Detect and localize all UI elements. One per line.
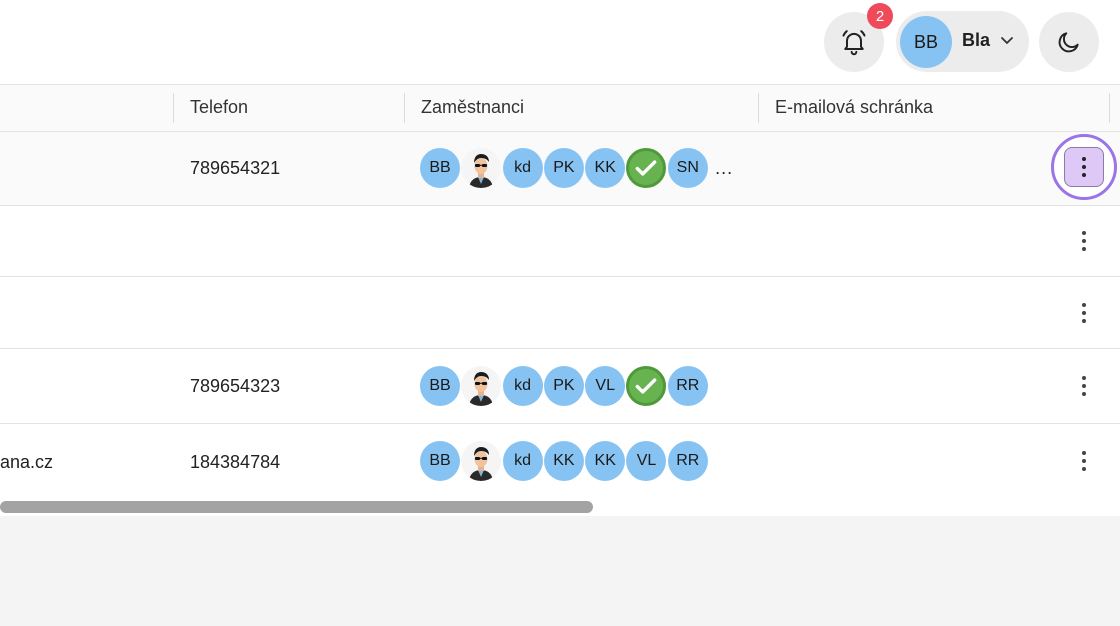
employee-avatar[interactable]: KK xyxy=(585,441,626,481)
kebab-menu-icon xyxy=(1082,376,1086,396)
employee-avatar[interactable]: BB xyxy=(420,148,460,188)
table-row[interactable] xyxy=(0,277,1120,349)
data-table: Telefon Zaměstnanci E-mailová schránka 7… xyxy=(0,84,1120,499)
employee-check-avatar[interactable] xyxy=(626,366,667,406)
row-actions-button[interactable] xyxy=(1070,226,1098,256)
column-header-email[interactable]: E-mailová schránka xyxy=(775,85,933,131)
column-divider[interactable] xyxy=(758,93,759,123)
employee-avatar[interactable]: BB xyxy=(420,441,460,481)
row-actions-button[interactable] xyxy=(1070,371,1098,401)
employee-check-avatar[interactable] xyxy=(626,148,667,188)
column-header-phone[interactable]: Telefon xyxy=(190,85,248,131)
employee-avatar[interactable]: PK xyxy=(543,366,584,406)
employee-photo-avatar[interactable] xyxy=(461,366,502,406)
theme-toggle-button[interactable] xyxy=(1039,12,1099,72)
employee-photo-avatar[interactable] xyxy=(461,148,502,188)
check-icon xyxy=(636,160,657,176)
phone-cell: 789654321 xyxy=(190,158,281,178)
kebab-menu-icon xyxy=(1082,303,1086,323)
employee-photo-avatar[interactable] xyxy=(461,441,502,481)
employees-cell: BB kd PK KK SN ... xyxy=(420,148,733,188)
moon-icon xyxy=(1058,32,1079,53)
employee-avatar[interactable]: kd xyxy=(502,441,543,481)
table-row[interactable] xyxy=(0,206,1120,277)
man-sunglasses-avatar xyxy=(469,447,494,481)
check-icon xyxy=(636,378,657,394)
employee-avatar[interactable]: kd xyxy=(502,148,543,188)
row-actions-button[interactable] xyxy=(1051,134,1117,200)
employee-avatar[interactable]: RR xyxy=(667,441,708,481)
kebab-menu-icon xyxy=(1082,451,1086,471)
bell-icon xyxy=(842,30,866,56)
employee-avatar[interactable]: SN xyxy=(667,148,708,188)
phone-cell: 184384784 xyxy=(190,452,281,472)
phone-cell: 789654323 xyxy=(190,376,281,396)
employees-cell: BB kd PK VL RR xyxy=(420,366,709,406)
employee-avatar[interactable]: PK xyxy=(543,148,584,188)
top-bar: 2 BB Bla xyxy=(0,0,1120,84)
employee-avatar[interactable]: KK xyxy=(585,148,626,188)
man-sunglasses-avatar xyxy=(469,372,494,406)
column-divider[interactable] xyxy=(404,93,405,123)
table-row[interactable]: 789654323 BB kd PK VL RR xyxy=(0,349,1120,424)
kebab-menu-icon xyxy=(1082,157,1086,177)
chevron-down-icon xyxy=(1001,37,1013,44)
employee-avatar[interactable]: KK xyxy=(543,441,584,481)
column-divider[interactable] xyxy=(1109,93,1110,123)
email-cell: ana.cz xyxy=(0,452,54,472)
table-row[interactable]: 789654321 BB kd PK KK SN ... xyxy=(0,132,1120,206)
notification-count-badge: 2 xyxy=(867,3,893,29)
table-row[interactable]: ana.cz 184384784 BB kd KK KK VL RR xyxy=(0,424,1120,498)
employees-cell: BB kd KK KK VL RR xyxy=(420,441,709,481)
row-actions-button[interactable] xyxy=(1070,298,1098,328)
user-menu-button[interactable]: BB Bla xyxy=(896,11,1029,72)
employee-avatar[interactable]: RR xyxy=(667,366,708,406)
man-sunglasses-avatar xyxy=(469,154,494,188)
employee-avatar[interactable]: VL xyxy=(585,366,626,406)
more-employees-indicator[interactable]: ... xyxy=(715,158,733,179)
employee-avatar[interactable]: kd xyxy=(502,366,543,406)
row-actions-button[interactable] xyxy=(1070,446,1098,476)
kebab-menu-icon xyxy=(1082,231,1086,251)
user-avatar: BB xyxy=(900,16,952,68)
user-name: Bla xyxy=(962,30,991,50)
column-divider[interactable] xyxy=(173,93,174,123)
table-header: Telefon Zaměstnanci E-mailová schránka xyxy=(0,85,1120,132)
employee-avatar[interactable]: BB xyxy=(420,366,460,406)
column-header-employees[interactable]: Zaměstnanci xyxy=(421,85,524,131)
employee-avatar[interactable]: VL xyxy=(626,441,667,481)
scrollbar-thumb[interactable] xyxy=(0,501,593,513)
